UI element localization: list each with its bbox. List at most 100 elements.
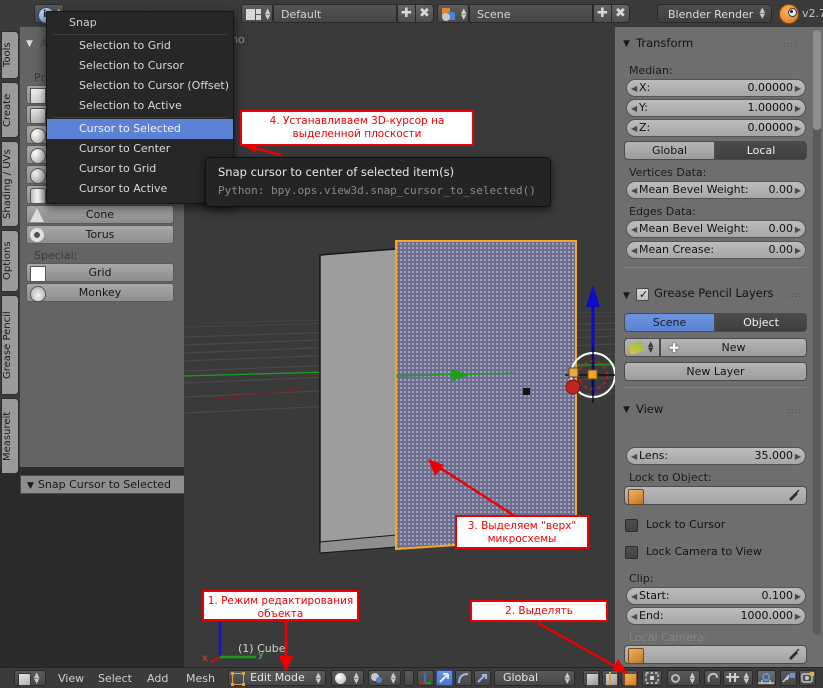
- edge-mean-crease-field[interactable]: Mean Crease: 0.00: [626, 241, 806, 259]
- lock-camera-to-view-label: Lock Camera to View: [646, 545, 762, 558]
- transform-disclosure-icon[interactable]: ▼: [623, 39, 630, 49]
- limit-selection-to-visible-toggle[interactable]: [642, 670, 662, 686]
- special-grid-button[interactable]: Grid: [26, 263, 174, 282]
- screen-layout-name[interactable]: Default: [273, 4, 397, 23]
- transform-panel-grip-icon[interactable]: ::::: [783, 40, 798, 49]
- operator-redo-panel[interactable]: ▼Snap Cursor to Selected: [20, 475, 204, 494]
- torus-icon: [30, 228, 44, 242]
- new-layer-button[interactable]: New Layer: [624, 362, 807, 381]
- grease-pencil-new-button[interactable]: ✚ New: [660, 338, 807, 357]
- chevron-updown-icon-3: ▲▼: [354, 672, 359, 684]
- view-disclosure-icon[interactable]: ▼: [623, 405, 630, 415]
- lock-camera-to-view-checkbox[interactable]: [625, 546, 638, 559]
- snap-target-button[interactable]: [757, 670, 776, 686]
- snap-element-selector[interactable]: ▲▼: [723, 670, 753, 686]
- sidebar-tab-measureit[interactable]: Measureit: [1, 398, 19, 474]
- panel-divider: [623, 267, 807, 268]
- pivot-point-selector[interactable]: ▲▼: [368, 670, 401, 686]
- sidebar-scrollbar-track[interactable]: [813, 30, 821, 635]
- 3d-view-icon: [18, 673, 31, 686]
- sidebar-scrollbar-thumb[interactable]: [813, 30, 821, 130]
- scale-manipulator-button[interactable]: [474, 670, 491, 686]
- lens-field[interactable]: Lens: 35.000: [626, 447, 806, 465]
- editor-type-button[interactable]: ▲▼: [14, 670, 46, 686]
- delete-screen-layout-button[interactable]: ✖: [415, 4, 434, 23]
- manipulator-toggle[interactable]: [417, 670, 434, 686]
- clip-end-field[interactable]: End: 1000.000: [626, 607, 806, 625]
- annotation-2: 2. Выделять поверхности: [470, 600, 608, 622]
- eyedropper-icon-2[interactable]: [788, 648, 801, 661]
- check-icon: ✓: [639, 288, 648, 301]
- grease-pencil-disclosure-icon[interactable]: ▼: [623, 291, 630, 301]
- sidebar-tab-create[interactable]: Create: [1, 82, 19, 138]
- add-meshes-disclosure-icon[interactable]: ▼: [26, 39, 33, 49]
- grease-pencil-panel-grip-icon[interactable]: ::::: [787, 290, 802, 299]
- median-y-field[interactable]: Y: 1.00000: [626, 99, 806, 117]
- local-camera-field[interactable]: [624, 645, 807, 664]
- opengl-render-animation-button[interactable]: [799, 670, 816, 686]
- render-engine-selector[interactable]: Blender Render ▲▼: [657, 4, 772, 23]
- delete-scene-button[interactable]: ✖: [611, 4, 630, 23]
- scene-name[interactable]: Scene: [469, 4, 593, 23]
- add-screen-layout-button[interactable]: ✚: [397, 4, 416, 23]
- grease-pencil-tab-object[interactable]: Object: [715, 313, 807, 332]
- snap-item-selection-to-grid[interactable]: Selection to Grid: [47, 36, 233, 56]
- translate-manipulator-button[interactable]: [436, 670, 453, 686]
- snap-during-transform-toggle[interactable]: [704, 670, 721, 686]
- eyedropper-icon[interactable]: [788, 489, 801, 502]
- median-x-field[interactable]: X: 0.00000: [626, 79, 806, 97]
- vertex-mean-bevel-weight-label: Mean Bevel Weight:: [639, 182, 749, 198]
- edge-mean-bevel-weight-label: Mean Bevel Weight:: [639, 221, 749, 237]
- snap-item-selection-to-cursor[interactable]: Selection to Cursor: [47, 56, 233, 76]
- clip-label: Clip:: [629, 572, 653, 585]
- snap-magnet-toggle[interactable]: [404, 670, 414, 686]
- grease-pencil-panel-title: Grease Pencil Layers: [654, 286, 774, 300]
- sidebar-tab-tools[interactable]: Tools: [1, 31, 19, 79]
- annotation-2-arrow: [530, 618, 635, 678]
- median-z-label: Z:: [639, 120, 650, 136]
- grease-pencil-tab-scene[interactable]: Scene: [624, 313, 715, 332]
- annotation-1: 1. Режим редактирования объекта: [202, 590, 359, 621]
- grease-pencil-datablock-button[interactable]: ▲▼: [624, 338, 660, 357]
- add-scene-button[interactable]: ✚: [593, 4, 612, 23]
- median-z-field[interactable]: Z: 0.00000: [626, 119, 806, 137]
- clip-start-field[interactable]: Start: 0.100: [626, 587, 806, 605]
- svg-text:x: x: [202, 653, 208, 664]
- transform-space-local-button[interactable]: Local: [715, 141, 807, 160]
- viewport-menu-select[interactable]: Select: [98, 672, 132, 685]
- snap-item-cursor-to-center[interactable]: Cursor to Center: [47, 139, 233, 159]
- vertex-mean-bevel-weight-field[interactable]: Mean Bevel Weight: 0.00: [626, 181, 806, 199]
- edge-mean-bevel-weight-field[interactable]: Mean Bevel Weight: 0.00: [626, 220, 806, 238]
- primitive-cone-button[interactable]: Cone: [26, 205, 174, 224]
- chevron-updown-icon-2: ▲▼: [316, 672, 321, 684]
- grease-pencil-checkbox[interactable]: ✓: [636, 288, 649, 301]
- viewport-shading-selector[interactable]: ▲▼: [331, 670, 364, 686]
- sidebar-tab-grease-pencil[interactable]: Grease Pencil: [1, 295, 19, 395]
- lock-to-cursor-checkbox[interactable]: [625, 519, 638, 532]
- snap-menu-title: Snap: [47, 12, 233, 33]
- cylinder-icon: [30, 188, 46, 204]
- rotate-manipulator-button[interactable]: [455, 670, 472, 686]
- view-panel-grip-icon[interactable]: ::::: [787, 406, 802, 415]
- scene-selector[interactable]: ▲▼ Scene ✚ ✖: [437, 4, 627, 23]
- lens-label: Lens:: [639, 448, 668, 464]
- primitive-torus-button[interactable]: Torus: [26, 225, 174, 244]
- snap-item-selection-to-active[interactable]: Selection to Active: [47, 96, 233, 116]
- circle-icon: [30, 128, 46, 144]
- lock-to-object-field[interactable]: [624, 486, 807, 505]
- viewport-menu-view[interactable]: View: [58, 672, 84, 685]
- snap-item-cursor-to-selected[interactable]: Cursor to Selected: [47, 119, 233, 139]
- sidebar-tab-options[interactable]: Options: [1, 230, 19, 292]
- sidebar-tab-shading-uvs[interactable]: Shading / UVs: [1, 141, 19, 227]
- special-monkey-button[interactable]: Monkey: [26, 283, 174, 302]
- snap-item-selection-to-cursor-offset[interactable]: Selection to Cursor (Offset): [47, 76, 233, 96]
- viewport-menu-add[interactable]: Add: [147, 672, 168, 685]
- proportional-editing-selector[interactable]: ▲▼: [667, 670, 700, 686]
- transform-space-global-button[interactable]: Global: [624, 141, 715, 160]
- properties-sidebar: ▼ Transform :::: Median: X: 0.00000 Y: 1…: [615, 27, 823, 667]
- opengl-render-button[interactable]: [780, 670, 797, 686]
- grease-pencil-new-row[interactable]: ▲▼ ✚ New: [624, 338, 807, 357]
- annotation-4: 4. Устанавливаем 3D-курсор на выделенной…: [240, 110, 474, 146]
- screen-layout-selector[interactable]: ▲▼ Default ✚ ✖: [241, 4, 431, 23]
- viewport-menu-mesh[interactable]: Mesh: [186, 672, 215, 685]
